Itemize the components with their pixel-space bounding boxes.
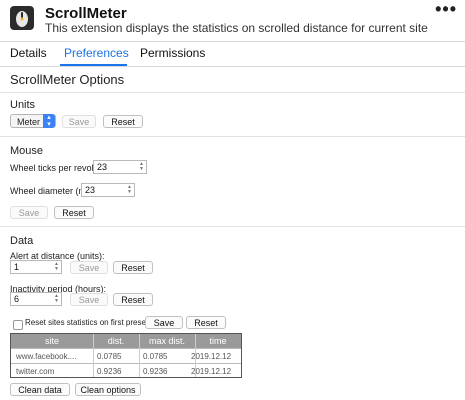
mouse-save-button[interactable]: Save (10, 206, 48, 219)
extension-name: ScrollMeter (45, 5, 127, 22)
table-cell-site: twitter.com (16, 367, 55, 376)
ellipsis-icon[interactable]: ••• (435, 0, 457, 18)
column-divider (139, 334, 140, 377)
divider (0, 226, 465, 227)
wheel-diameter-input[interactable]: 23 ▲ ▼ (81, 183, 135, 197)
spinner-icon[interactable]: ▲ ▼ (54, 262, 59, 272)
table-row[interactable]: www.facebook.... 0.0785 0.0785 2019.12.1… (11, 348, 241, 363)
data-heading: Data (10, 235, 34, 247)
presence-save-button[interactable]: Save (145, 316, 183, 329)
units-select[interactable]: Meter ▴ ▾ (10, 114, 56, 128)
mouse-heading: Mouse (10, 145, 44, 157)
column-header-time: time (209, 336, 227, 346)
tab-permissions[interactable]: Permissions (140, 46, 205, 60)
table-cell-dist: 0.0785 (97, 352, 122, 361)
column-header-dist: dist. (107, 336, 125, 346)
units-reset-button[interactable]: Reset (103, 115, 143, 128)
column-divider (195, 334, 196, 377)
alert-save-button[interactable]: Save (70, 261, 108, 274)
table-cell-time: 2019.12.12 (191, 367, 232, 376)
table-cell-max-dist: 0.9236 (143, 367, 168, 376)
reset-first-presence-checkbox[interactable] (13, 320, 23, 330)
presence-reset-button[interactable]: Reset (186, 316, 226, 329)
units-heading: Units (10, 99, 36, 111)
table-cell-site: www.facebook.... (16, 352, 77, 361)
units-save-button[interactable]: Save (62, 115, 96, 128)
active-tab-indicator (60, 64, 127, 66)
select-arrows-icon: ▴ ▾ (43, 114, 55, 128)
alert-distance-value: 1 (14, 262, 20, 272)
inactivity-save-button[interactable]: Save (70, 293, 108, 306)
wheel-ticks-input[interactable]: 23 ▲ ▼ (93, 160, 147, 174)
clean-options-button[interactable]: Clean options (75, 383, 141, 396)
table-cell-time: 2019.12.12 (191, 352, 232, 361)
alert-reset-button[interactable]: Reset (113, 261, 153, 274)
table-header: site dist. max dist. time (11, 334, 241, 348)
table-row[interactable]: twitter.com 0.9236 0.9236 2019.12.12 (11, 363, 241, 378)
scrollmeter-logo-icon (10, 6, 34, 30)
inactivity-reset-button[interactable]: Reset (113, 293, 153, 306)
wheel-ticks-value: 23 (97, 162, 108, 172)
spinner-icon[interactable]: ▲ ▼ (127, 185, 132, 195)
extension-description: This extension displays the statistics o… (45, 21, 428, 35)
site-stats-table: site dist. max dist. time www.facebook..… (10, 333, 242, 378)
reset-first-presence-label: Reset sites statistics on first presence (25, 318, 159, 327)
inactivity-period-input[interactable]: 6 ▲ ▼ (10, 292, 62, 306)
tab-preferences[interactable]: Preferences (64, 46, 129, 60)
clean-data-button[interactable]: Clean data (10, 383, 70, 396)
wheel-diameter-value: 23 (85, 185, 96, 195)
alert-distance-input[interactable]: 1 ▲ ▼ (10, 260, 62, 274)
column-divider (93, 334, 94, 377)
extension-header: ScrollMeter This extension displays the … (0, 0, 465, 40)
divider (0, 92, 465, 93)
tab-bar: Details Preferences Permissions (0, 41, 465, 67)
column-header-site: site (44, 336, 59, 346)
table-cell-dist: 0.9236 (97, 367, 122, 376)
divider (0, 136, 465, 137)
spinner-icon[interactable]: ▲ ▼ (139, 162, 144, 172)
column-header-max-dist: max dist. (148, 336, 185, 346)
spinner-icon[interactable]: ▲ ▼ (54, 294, 59, 304)
tab-details[interactable]: Details (10, 46, 47, 60)
inactivity-period-value: 6 (14, 294, 20, 304)
table-cell-max-dist: 0.0785 (143, 352, 168, 361)
units-select-value: Meter (17, 117, 41, 127)
options-title: ScrollMeter Options (10, 72, 125, 87)
mouse-reset-button[interactable]: Reset (54, 206, 94, 219)
